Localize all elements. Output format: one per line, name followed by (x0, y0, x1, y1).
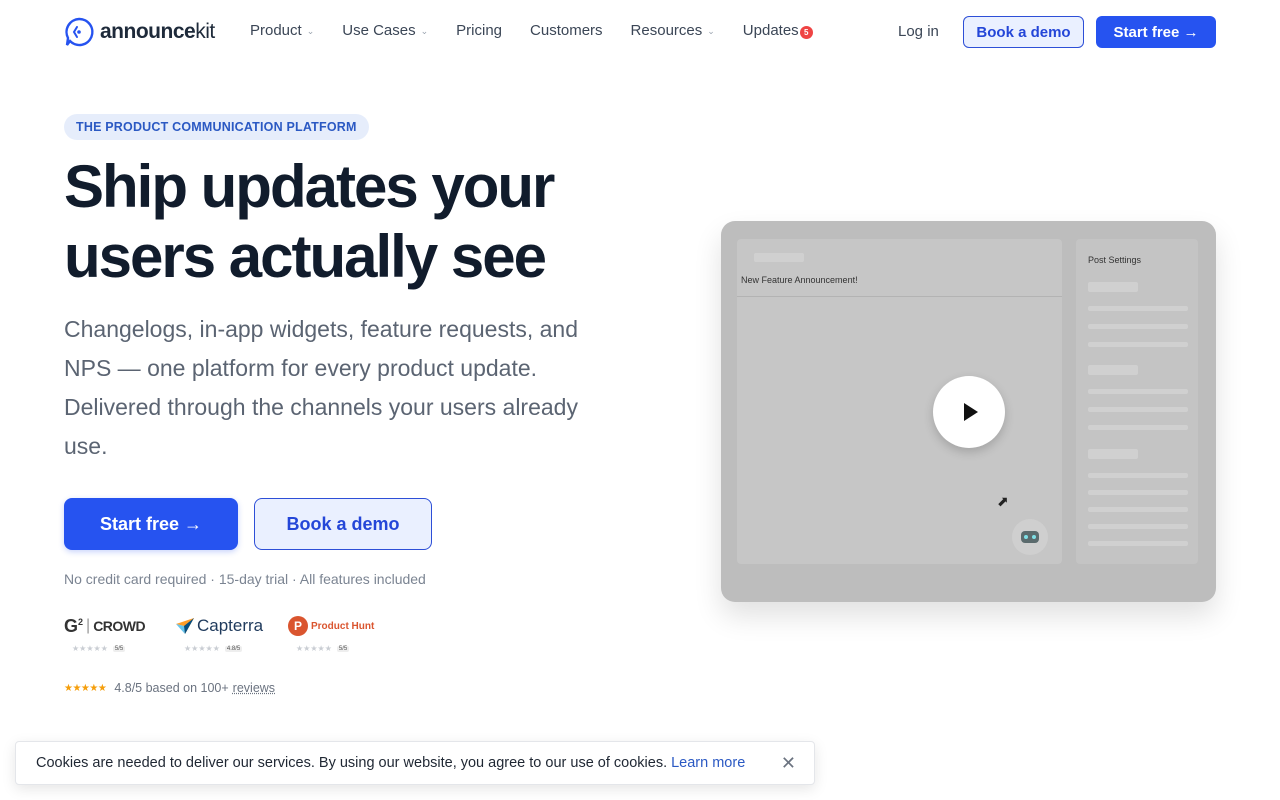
hero-subhead: Changelogs, in-app widgets, feature requ… (64, 316, 578, 459)
menu-item-product[interactable]: Product ⌄ (250, 22, 314, 39)
g2-logo-icon: G2 (64, 615, 84, 636)
placeholder-line (1088, 541, 1188, 546)
learn-more-link[interactable]: Learn more (671, 755, 745, 771)
eyebrow-tag: THE PRODUCT COMMUNICATION PLATFORM (64, 114, 369, 140)
placeholder-line (1088, 507, 1188, 512)
main-menu: Product ⌄ Use Cases ⌄ Pricing Customers Re… (250, 22, 841, 39)
placeholder-line (1088, 490, 1188, 495)
announcekit-logo-icon (65, 17, 94, 47)
fineprint: No credit card required · 15-day trial ·… (64, 571, 426, 587)
menu-item-updates[interactable]: Updates 5 (743, 22, 813, 39)
top-nav: announcekit Product ⌄ Use Cases ⌄ Pricing … (0, 0, 1280, 64)
logo-text: announcekit (100, 20, 215, 43)
product-hunt-stars: ★★★★★ 5/5 (296, 644, 350, 653)
logo[interactable]: announcekit (64, 17, 215, 47)
capterra-name: Capterra (197, 616, 264, 635)
product-hunt-badge[interactable]: P Product Hunt ★★★★★ 5/5 (288, 612, 400, 653)
capterra-logo-icon (176, 618, 194, 634)
rating-summary: ★★★★★ 4.8/5 based on 100+ reviews (64, 681, 275, 695)
mouse-cursor-icon: ⬈ (997, 493, 1009, 509)
rating-stars-icon: ★★★★★ (64, 682, 107, 694)
headline-line-2: users actually see (64, 223, 547, 290)
g2-stars: ★★★★★ 5/5 (72, 644, 126, 653)
play-icon (964, 403, 978, 421)
reviews-link[interactable]: reviews (233, 681, 275, 695)
placeholder-line (1088, 365, 1138, 375)
book-demo-button[interactable]: Book a demo (254, 498, 432, 550)
close-icon[interactable]: ✕ (781, 754, 796, 772)
placeholder-line (1088, 324, 1188, 329)
cookie-banner: Cookies are needed to deliver our servic… (15, 741, 815, 785)
updates-count-badge: 5 (799, 26, 813, 39)
menu-item-pricing[interactable]: Pricing (456, 22, 502, 39)
play-button[interactable] (933, 376, 1005, 448)
placeholder-line (1088, 306, 1188, 311)
book-demo-nav-button[interactable]: Book a demo (963, 16, 1084, 48)
capterra-badge[interactable]: Capterra ★★★★★ 4.8/5 (176, 612, 288, 653)
placeholder-line (754, 253, 804, 262)
product-hunt-name: Product Hunt (311, 620, 375, 632)
post-settings-preview: Post Settings (1076, 239, 1198, 564)
hero-headline: Ship updates your users actually see (64, 152, 664, 292)
chevron-down-icon: ⌄ (420, 26, 429, 36)
post-settings-title: Post Settings (1088, 255, 1142, 265)
menu-item-customers[interactable]: Customers (530, 22, 603, 39)
chevron-down-icon: ⌄ (707, 26, 715, 36)
menu-item-use-cases[interactable]: Use Cases ⌄ (342, 22, 428, 39)
g2-crowd-badge[interactable]: G2 | CROWD ★★★★★ 5/5 (64, 612, 176, 654)
placeholder-line (1088, 342, 1188, 347)
placeholder-line (1088, 524, 1188, 529)
g2-crowd-name: CROWD (93, 618, 146, 634)
start-free-nav-button[interactable]: Start free → (1096, 16, 1216, 48)
placeholder-line (1088, 407, 1188, 412)
menu-item-resources[interactable]: Resources ⌄ (631, 22, 715, 39)
editor-title: New Feature Announcement! (741, 275, 858, 285)
product-video[interactable]: New Feature Announcement! Post Settings … (721, 221, 1216, 602)
chevron-down-icon: ⌄ (306, 26, 315, 36)
video-editor-preview (737, 239, 1062, 564)
capterra-stars: ★★★★★ 4.8/5 (184, 644, 243, 653)
placeholder-line (1088, 449, 1138, 459)
headline-line-1: Ship updates your (64, 153, 555, 220)
start-free-button[interactable]: Start free → (64, 498, 238, 550)
product-hunt-logo-icon: P (288, 616, 308, 636)
placeholder-line (1088, 282, 1138, 292)
rating-text: 4.8/5 based on 100+ (114, 681, 229, 695)
placeholder-line (1088, 389, 1188, 394)
editor-divider (737, 296, 1062, 297)
placeholder-line (1088, 473, 1188, 478)
review-logos: G2 | CROWD ★★★★★ 5/5 Capterra ★★★★★ 4.8/5 … (64, 612, 400, 654)
cookie-text: Cookies are needed to deliver our servic… (36, 755, 668, 771)
placeholder-line (1088, 425, 1188, 430)
robot-avatar-icon (1012, 519, 1048, 555)
login-link[interactable]: Log in (898, 23, 939, 40)
